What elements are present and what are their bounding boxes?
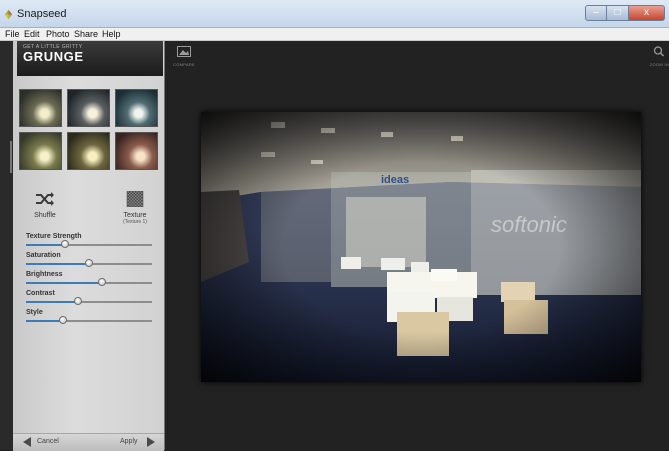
preset-thumbnail[interactable] <box>19 89 62 127</box>
preset-thumbnail[interactable] <box>67 132 110 170</box>
left-edge-strip <box>0 41 13 450</box>
cancel-button[interactable]: Cancel <box>23 437 73 447</box>
filter-panel: GET A LITTLE GRITTY GRUNGE Shuffle Textu… <box>13 41 165 451</box>
slider-label: Brightness <box>26 271 63 278</box>
filter-header: GET A LITTLE GRITTY GRUNGE <box>17 41 163 76</box>
window-title: Snapseed <box>17 8 67 20</box>
window-controls: – □ x <box>585 5 665 21</box>
menu-bar: File Edit Photo Share Help <box>0 28 669 41</box>
menu-photo[interactable]: Photo <box>46 28 70 40</box>
slider-knob[interactable] <box>58 316 67 324</box>
slider-fill <box>26 301 78 303</box>
slider-knob[interactable] <box>61 240 70 248</box>
preset-thumbnail[interactable] <box>19 132 62 170</box>
texture-label: Texture <box>123 212 147 219</box>
texture-icon <box>126 190 144 208</box>
zoom-in-button[interactable]: ZOOM IN <box>650 44 669 67</box>
menu-share[interactable]: Share <box>74 28 98 40</box>
shuffle-icon <box>36 192 54 206</box>
zoom-in-label: ZOOM IN <box>649 62 669 67</box>
slider-track[interactable] <box>26 240 152 248</box>
picture-icon <box>177 46 192 57</box>
panel-footer: Cancel Apply <box>13 433 164 451</box>
slider-label: Texture Strength <box>26 233 82 240</box>
preset-thumbnail[interactable] <box>67 89 110 127</box>
edge-handle[interactable] <box>10 141 12 173</box>
slider-label: Style <box>26 309 43 316</box>
arrow-left-icon <box>23 437 31 447</box>
cancel-label: Cancel <box>37 438 59 445</box>
slider-track[interactable] <box>26 259 152 267</box>
office-photo-image: ideas softonic <box>201 112 641 382</box>
slider-knob[interactable] <box>97 278 106 286</box>
minimize-button[interactable]: – <box>585 5 607 21</box>
edited-photo: ideas softonic <box>201 112 641 382</box>
slider-fill <box>26 263 89 265</box>
slider-track[interactable] <box>26 316 152 324</box>
compare-label: COMPARE <box>173 62 196 67</box>
texture-tool[interactable]: Texture (Texture 1) <box>117 190 153 225</box>
close-button[interactable]: x <box>629 5 665 21</box>
shuffle-label: Shuffle <box>34 212 56 219</box>
magnifier-icon <box>654 46 665 57</box>
menu-edit[interactable]: Edit <box>24 28 40 40</box>
maximize-button[interactable]: □ <box>607 5 629 21</box>
slider-track[interactable] <box>26 278 152 286</box>
snapseed-leaf-icon <box>4 9 13 20</box>
filter-title: GRUNGE <box>23 49 84 64</box>
preset-thumbnail[interactable] <box>115 132 158 170</box>
photo-workspace: COMPARE ZOOM IN <box>165 41 669 450</box>
apply-button[interactable]: Apply <box>119 437 159 447</box>
slider-knob[interactable] <box>85 259 93 267</box>
window-titlebar: Snapseed – □ x <box>0 0 669 28</box>
slider-knob[interactable] <box>73 297 82 305</box>
menu-help[interactable]: Help <box>102 28 121 40</box>
apply-label: Apply <box>120 438 138 445</box>
slider-fill <box>26 244 66 246</box>
menu-file[interactable]: File <box>5 28 20 40</box>
preset-thumbnail[interactable] <box>115 89 158 127</box>
compare-button[interactable]: COMPARE <box>173 44 195 67</box>
slider-fill <box>26 282 102 284</box>
shuffle-tool[interactable]: Shuffle <box>30 191 60 219</box>
slider-label: Saturation <box>26 252 61 259</box>
slider-label: Contrast <box>26 290 55 297</box>
texture-sublabel: (Texture 1) <box>123 219 147 225</box>
arrow-right-icon <box>147 437 155 447</box>
slider-fill <box>26 320 63 322</box>
slider-track[interactable] <box>26 297 152 305</box>
